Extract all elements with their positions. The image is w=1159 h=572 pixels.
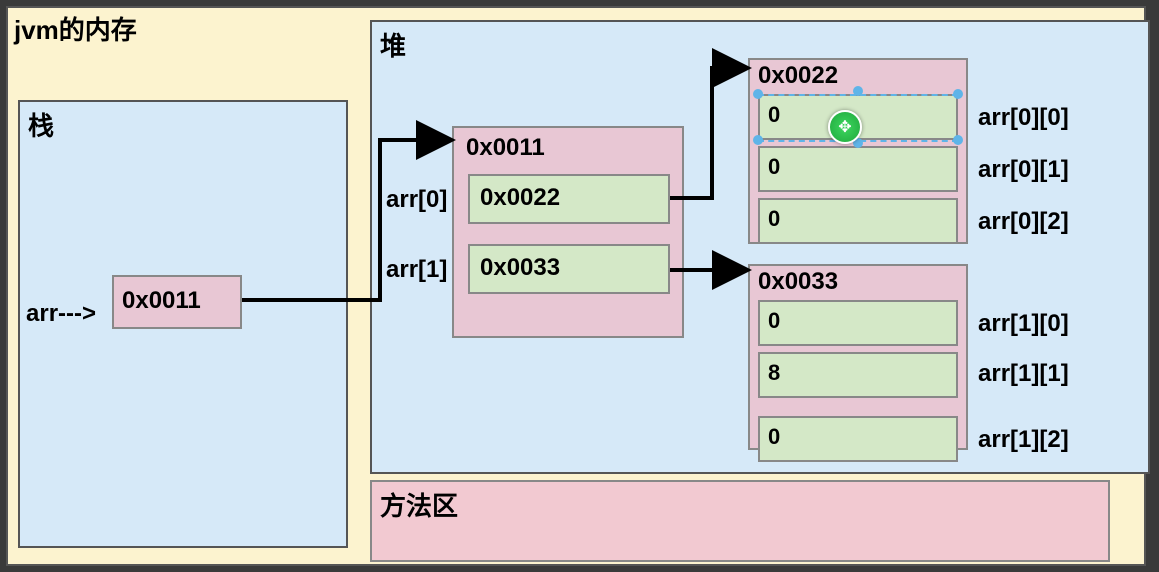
heap-title: 堆 [380, 26, 406, 63]
sub1-cell-1: 8 [758, 352, 958, 398]
arr-cell-1: 0x0033 [468, 244, 670, 294]
heap-arr-block: 0x0011 [452, 126, 684, 338]
stack-arr-value: 0x0011 [112, 275, 242, 329]
sub0-cell-1: 0 [758, 146, 958, 192]
sub1-label-2: arr[1][2] [978, 426, 1069, 454]
arr-cell-0: 0x0022 [468, 174, 670, 224]
diagram-canvas: jvm的内存 栈 arr---> 0x0011 堆 0x0011 0x0022 … [0, 0, 1159, 572]
sub0-label-2: arr[0][2] [978, 208, 1069, 236]
sub0-label-0: arr[0][0] [978, 104, 1069, 132]
sub0-address: 0x0022 [758, 62, 838, 90]
sub1-label-0: arr[1][0] [978, 310, 1069, 338]
method-area-box: 方法区 [370, 480, 1110, 562]
arr-variable-label: arr---> [26, 300, 96, 328]
sub1-address: 0x0033 [758, 268, 838, 296]
stack-title: 栈 [28, 106, 54, 143]
sub0-cell-0: 0 [758, 94, 958, 140]
sub1-label-1: arr[1][1] [978, 360, 1069, 388]
arr-index-label-1: arr[1] [386, 256, 447, 284]
sub1-cell-2: 0 [758, 416, 958, 462]
jvm-title: jvm的内存 [14, 10, 137, 47]
arr-block-address: 0x0011 [466, 134, 545, 162]
arr-index-label-0: arr[0] [386, 186, 447, 214]
method-area-title: 方法区 [380, 486, 458, 523]
sub0-label-1: arr[0][1] [978, 156, 1069, 184]
sub1-cell-0: 0 [758, 300, 958, 346]
sub0-cell-2: 0 [758, 198, 958, 244]
